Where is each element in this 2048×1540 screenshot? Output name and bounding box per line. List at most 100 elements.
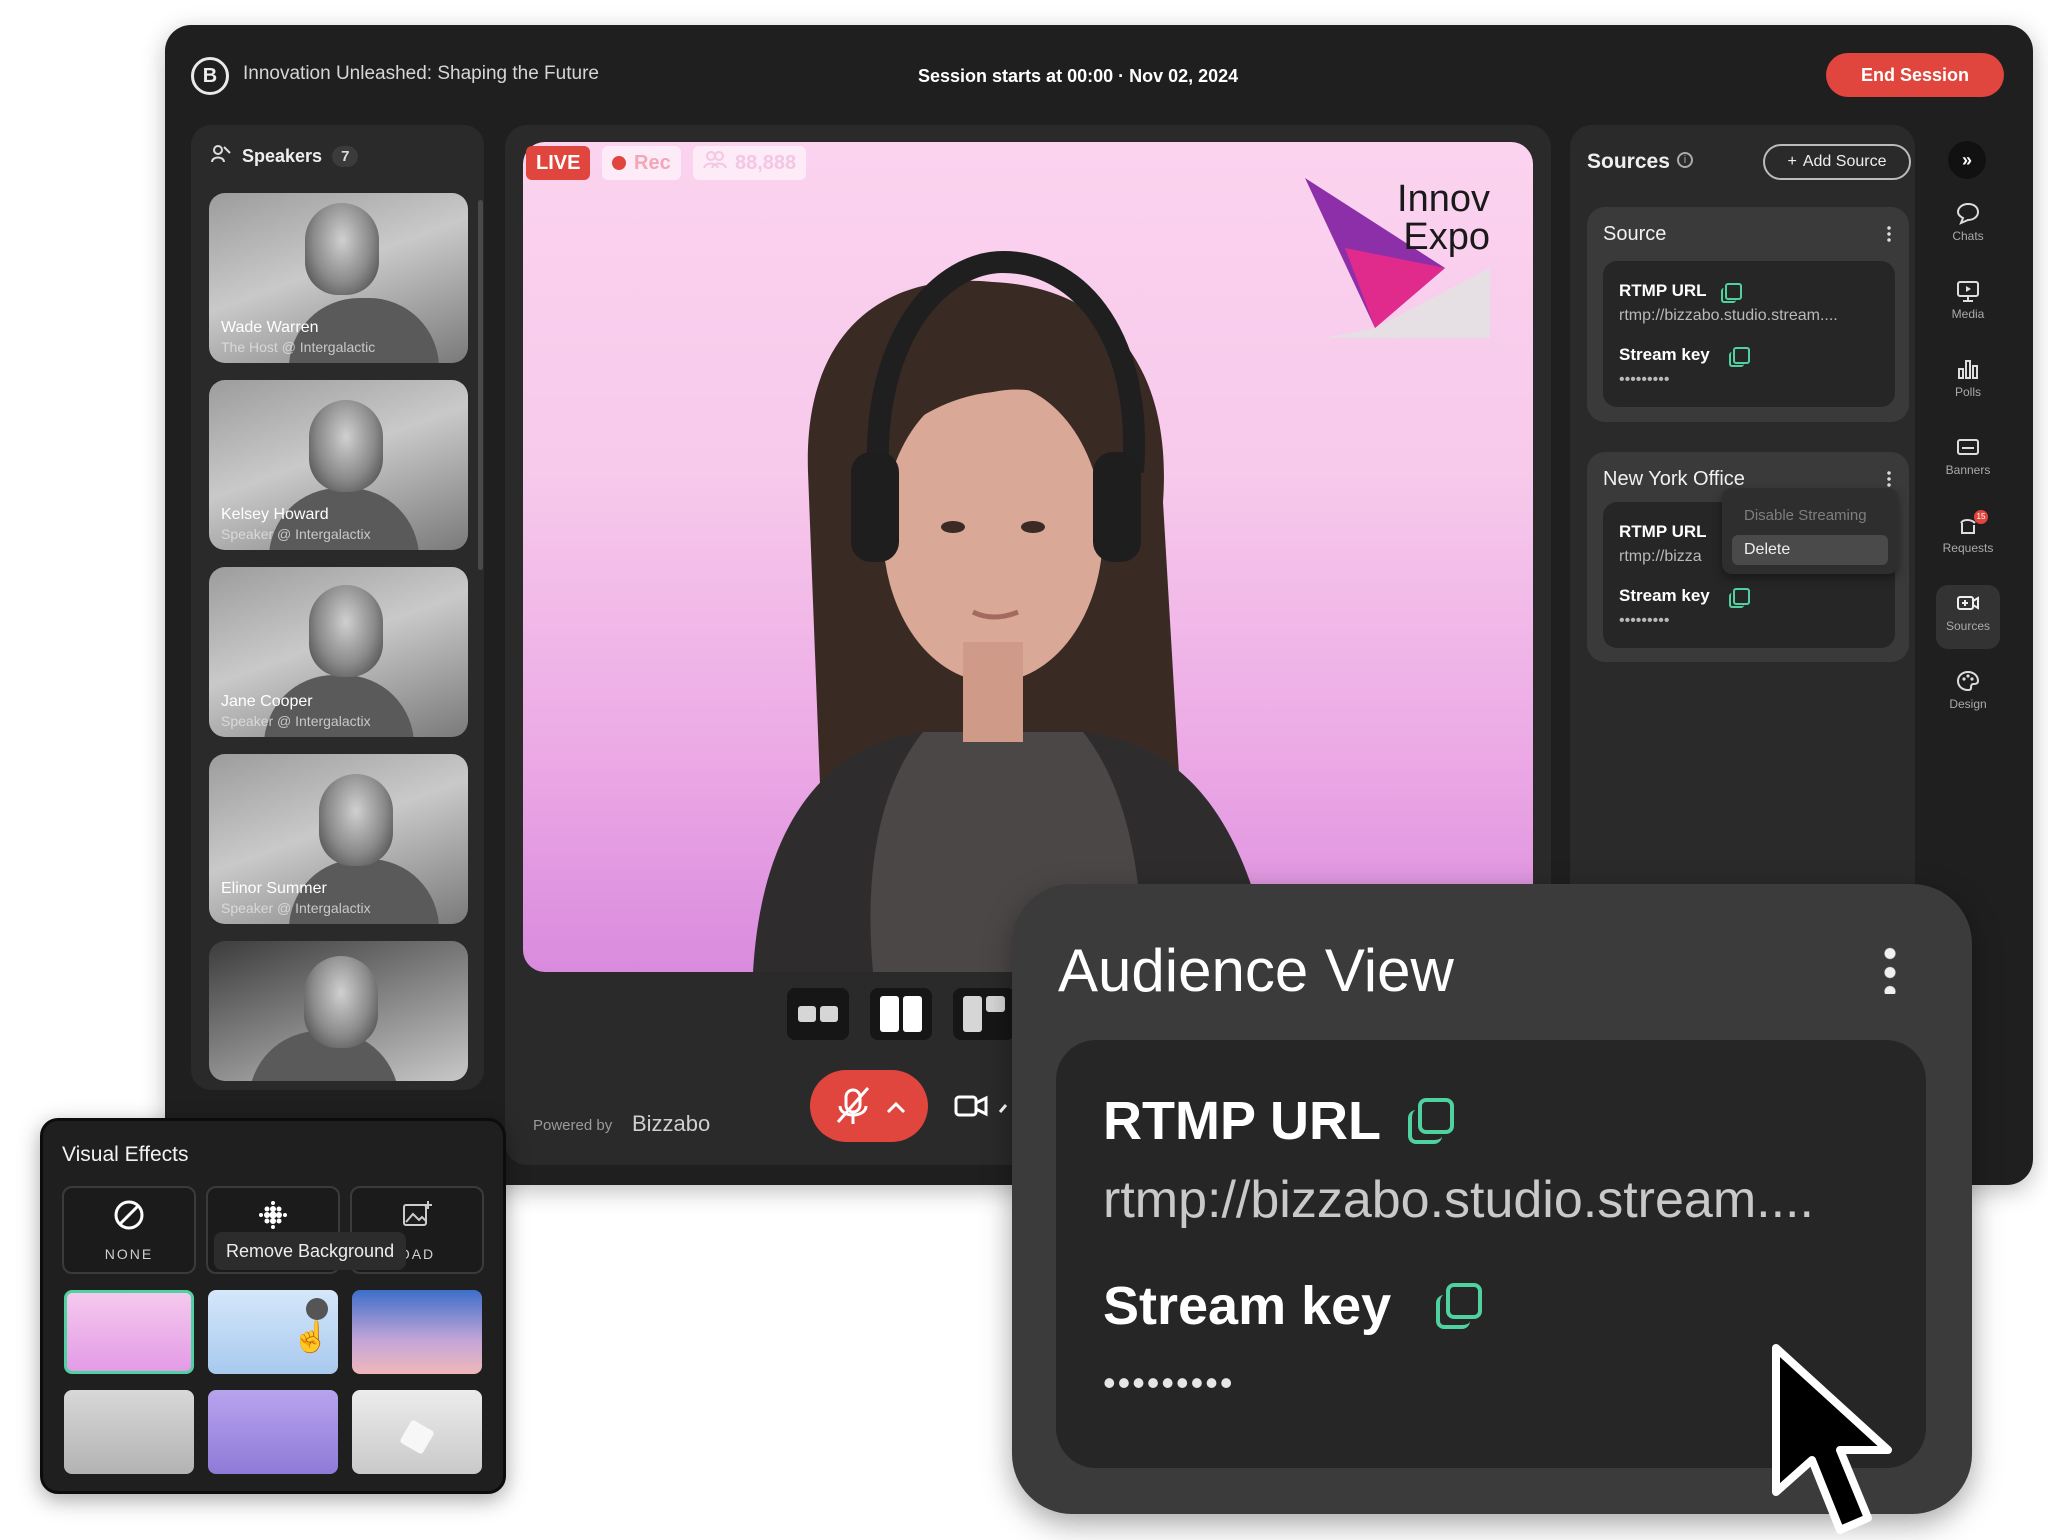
viewer-count-badge: 88,888	[693, 146, 807, 180]
speaker-photo-head	[309, 400, 383, 492]
menu-item-disable-streaming[interactable]: Disable Streaming	[1744, 507, 1867, 524]
background-swatch-studio[interactable]	[352, 1390, 482, 1474]
rail-label: Sources	[1945, 619, 1991, 633]
layout-side-by-side-button[interactable]	[787, 988, 849, 1040]
copy-icon[interactable]	[1721, 283, 1742, 303]
copy-icon[interactable]	[1408, 1098, 1454, 1144]
rail-item-requests[interactable]: Requests	[1936, 507, 2000, 571]
requests-count-badge: 15	[1974, 510, 1988, 524]
copy-icon[interactable]	[1729, 588, 1750, 608]
stream-key-value: •••••••••	[1103, 1362, 1235, 1403]
add-source-label: Add Source	[1802, 153, 1887, 170]
speakers-title: Speakers	[242, 146, 323, 166]
none-icon	[64, 1198, 194, 1240]
rail-label: Requests	[1942, 541, 1994, 555]
info-icon[interactable]: i	[1677, 152, 1693, 168]
session-start-info: Session starts at 00:00 · Nov 02, 2024	[918, 66, 1239, 86]
source-details: RTMP URL rtmp://bizzabo.studio.stream...…	[1603, 261, 1895, 407]
rtmp-url-label: RTMP URL	[1619, 281, 1707, 300]
speaker-role: Speaker @ Intergalactix	[221, 526, 371, 542]
mic-toggle-button[interactable]	[810, 1070, 928, 1142]
plus-icon: +	[1787, 153, 1797, 170]
rail-label: Polls	[1954, 385, 1981, 399]
rtmp-url-label: RTMP URL	[1619, 522, 1707, 541]
speaker-photo-head	[304, 956, 378, 1048]
background-swatch-gradient[interactable]	[352, 1290, 482, 1374]
speaker-name: Kelsey Howard	[221, 506, 329, 523]
innov-expo-wordmark: Innov Expo	[1392, 180, 1490, 256]
source-card-title: New York Office	[1603, 468, 1745, 490]
rail-item-chats[interactable]: Chats	[1936, 195, 2000, 259]
mouse-cursor-icon	[1772, 1344, 1892, 1534]
rail-item-design[interactable]: Design	[1936, 663, 2000, 727]
rail-label: Chats	[1952, 229, 1984, 243]
recording-badge[interactable]: Rec	[602, 146, 681, 180]
media-icon	[1955, 279, 1981, 303]
live-badge: LIVE	[526, 146, 591, 180]
remove-background-tooltip: Remove Background	[214, 1232, 407, 1270]
audience-view-title: Audience View	[1058, 937, 1454, 1004]
viewer-count: 88,888	[735, 151, 797, 174]
hand-pointer-icon: ☝	[292, 1321, 330, 1354]
powered-by-label: Powered by	[533, 1117, 613, 1134]
more-options-icon[interactable]	[1887, 225, 1891, 243]
collapse-panel-button[interactable]: »	[1948, 141, 1986, 179]
speaker-photo-head	[309, 585, 383, 677]
stream-key-label: Stream key	[1103, 1276, 1392, 1336]
speaker-card[interactable]: Elinor Summer Speaker @ Intergalactix	[209, 754, 468, 924]
banners-icon	[1955, 435, 1981, 459]
speakers-scrollbar[interactable]	[478, 200, 483, 570]
speakers-header: Speakers 7	[210, 143, 359, 170]
stream-key-value: •••••••••	[1619, 612, 1670, 629]
recording-label: Rec	[634, 151, 671, 174]
speaker-card[interactable]: Wade Warren The Host @ Intergalactic	[209, 193, 468, 363]
rail-item-media[interactable]: Media	[1936, 273, 2000, 337]
none-label: NONE	[104, 1246, 154, 1262]
speakers-count-badge: 7	[332, 146, 359, 167]
end-session-button[interactable]: End Session	[1826, 53, 2004, 97]
layout-split-button[interactable]	[870, 988, 932, 1040]
effect-none-button[interactable]: NONE	[62, 1186, 196, 1274]
stream-key-value: •••••••••	[1619, 371, 1670, 388]
viewers-icon	[703, 150, 727, 176]
rail-item-polls[interactable]: Polls	[1936, 351, 2000, 415]
rail-item-sources[interactable]: Sources	[1936, 585, 2000, 649]
source-card-title: Source	[1603, 223, 1667, 245]
mic-muted-icon	[836, 1087, 906, 1124]
background-swatch-lavender[interactable]	[208, 1390, 338, 1474]
rail-label: Banners	[1945, 463, 1991, 477]
rail-label: Design	[1949, 697, 1987, 711]
chat-icon	[1955, 201, 1981, 225]
rail-label: Media	[1951, 307, 1985, 321]
speaker-card[interactable]	[209, 941, 468, 1081]
camera-toggle-button[interactable]	[940, 1078, 1020, 1134]
speaker-name: Wade Warren	[221, 319, 319, 336]
more-options-icon[interactable]	[1887, 470, 1891, 488]
more-options-icon[interactable]	[1884, 944, 1896, 994]
rtmp-url-label: RTMP URL	[1103, 1091, 1381, 1151]
copy-icon[interactable]	[1436, 1283, 1482, 1329]
speaker-photo-head	[319, 774, 393, 866]
rtmp-url-value: rtmp://bizza	[1619, 548, 1702, 565]
speaker-photo-head	[305, 203, 379, 295]
stream-key-label: Stream key	[1619, 345, 1710, 364]
copy-icon[interactable]	[1729, 347, 1750, 367]
brand-logo: B	[191, 57, 229, 95]
delete-background-icon[interactable]	[306, 1298, 328, 1320]
rtmp-url-value: rtmp://bizzabo.studio.stream....	[1103, 1171, 1814, 1229]
logo-line-2: Expo	[1403, 216, 1490, 258]
background-swatch-pink[interactable]	[64, 1290, 194, 1374]
sources-icon	[1955, 591, 1981, 615]
rtmp-url-value: rtmp://bizzabo.studio.stream....	[1619, 307, 1838, 324]
speaker-card[interactable]: Kelsey Howard Speaker @ Intergalactix	[209, 380, 468, 550]
rail-item-banners[interactable]: Banners	[1936, 429, 2000, 493]
menu-item-delete[interactable]: Delete	[1732, 535, 1888, 565]
add-source-button[interactable]: + Add Source	[1763, 144, 1911, 180]
powered-by-brand: Bizzabo	[632, 1111, 711, 1136]
source-card: Source RTMP URL rtmp://bizzabo.studio.st…	[1587, 207, 1909, 422]
speaker-card[interactable]: Jane Cooper Speaker @ Intergalactix	[209, 567, 468, 737]
layout-grid-button[interactable]	[953, 988, 1015, 1040]
design-icon	[1955, 669, 1981, 693]
background-swatch-gray[interactable]	[64, 1390, 194, 1474]
logo-line-1: Innov	[1397, 178, 1490, 220]
